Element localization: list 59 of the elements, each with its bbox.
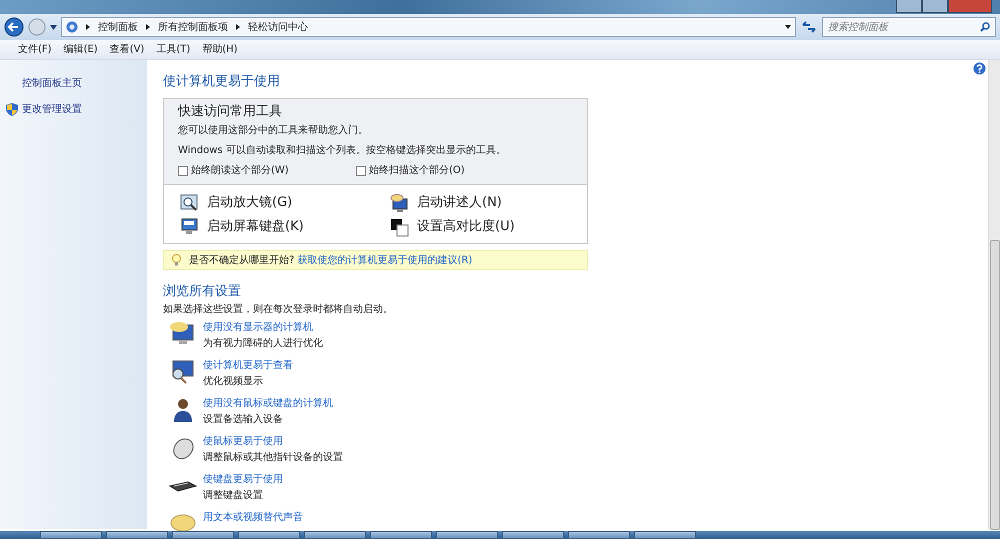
checkbox-label[interactable]: 始终朗读这个部分(W): [191, 163, 289, 178]
section-title: 浏览所有设置: [163, 283, 242, 302]
setting-link[interactable]: 使用没有显示器的计算机: [203, 320, 323, 334]
dropdown-icon[interactable]: [50, 24, 57, 30]
keyboard-icon: [169, 480, 197, 492]
narrator-icon: [390, 194, 409, 213]
setting-link[interactable]: 用文本或视频替代声音: [203, 510, 303, 524]
on-screen-keyboard-icon: [180, 218, 199, 237]
menu-item[interactable]: 帮助(H): [196, 42, 244, 57]
menu-item[interactable]: 编辑(E): [58, 42, 104, 57]
tool-link[interactable]: 启动讲述人(N): [417, 193, 502, 213]
breadcrumb-item[interactable]: 控制面板: [98, 20, 138, 34]
tool-link[interactable]: 启动放大镜(G): [207, 193, 292, 213]
setting-link[interactable]: 使计算机更易于查看: [203, 358, 293, 372]
setting-description: 调整键盘设置: [203, 488, 264, 502]
breadcrumb-item[interactable]: 所有控制面板项: [158, 20, 228, 34]
high-contrast-icon: [390, 218, 409, 237]
shield-icon: [6, 102, 18, 116]
section-title: 使计算机更易于使用: [163, 73, 281, 91]
scrollbar[interactable]: [988, 60, 1000, 529]
checkbox[interactable]: [178, 166, 188, 176]
back-icon[interactable]: [4, 17, 24, 37]
chevron-icon: [146, 24, 150, 30]
minimize-button[interactable]: [896, 0, 922, 13]
search-field[interactable]: 搜索控制面板: [828, 20, 968, 34]
checkbox-label[interactable]: 始终扫描这个部分(O): [369, 163, 465, 178]
breadcrumb-item[interactable]: 轻松访问中心: [248, 20, 308, 34]
tool-link[interactable]: 启动屏幕键盘(K): [207, 217, 304, 237]
setting-description: 优化视频显示: [203, 374, 264, 388]
tip-link[interactable]: 获取使您的计算机更易于使用的建议(R): [298, 254, 472, 266]
setting-link[interactable]: 使键盘更易于使用: [203, 472, 283, 486]
magnifier-icon: [180, 194, 199, 213]
menu-item[interactable]: 工具(T): [150, 42, 196, 57]
search-box[interactable]: 搜索控制面板: [822, 17, 996, 37]
panel-description: 您可以使用这部分中的工具来帮助您入门。: [178, 124, 369, 138]
sidebar-link[interactable]: 控制面板主页: [22, 76, 82, 90]
setting-link[interactable]: 使鼠标更易于使用: [203, 434, 343, 448]
setting-description: 设置备选输入设备: [203, 412, 284, 426]
setting-link[interactable]: 使用没有鼠标或键盘的计算机: [203, 396, 333, 410]
maximize-button[interactable]: [922, 0, 948, 13]
control-panel-icon: [66, 21, 78, 33]
checkbox[interactable]: [356, 166, 366, 176]
dropdown-icon: [785, 25, 791, 29]
lightbulb-icon: [172, 254, 181, 266]
help-icon[interactable]: [973, 62, 986, 75]
search-icon: [980, 22, 990, 32]
sidebar-link[interactable]: 更改管理设置: [22, 102, 82, 116]
panel-heading: 快速访问常用工具: [178, 104, 283, 120]
chevron-icon: [236, 24, 240, 30]
menu-item[interactable]: 查看(V): [104, 42, 150, 57]
scrollbar-thumb[interactable]: [990, 240, 1000, 530]
section-description: 如果选择这些设置，则在每次登录时都将自动启动。: [163, 302, 394, 317]
panel-hint: Windows 可以自动读取和扫描这个列表。按空格键选择突出显示的工具。: [178, 144, 507, 158]
setting-description: 调整鼠标或其他指针设备的设置: [203, 450, 343, 464]
menu-item[interactable]: 文件(F): [12, 42, 58, 57]
setting-description: 为有视力障碍的人进行优化: [203, 336, 323, 350]
chevron-icon: [86, 24, 90, 30]
tip-text: 是否不确定从哪里开始? 获取使您的计算机更易于使用的建议(R): [189, 254, 472, 268]
tool-link[interactable]: 设置高对比度(U): [417, 217, 515, 237]
